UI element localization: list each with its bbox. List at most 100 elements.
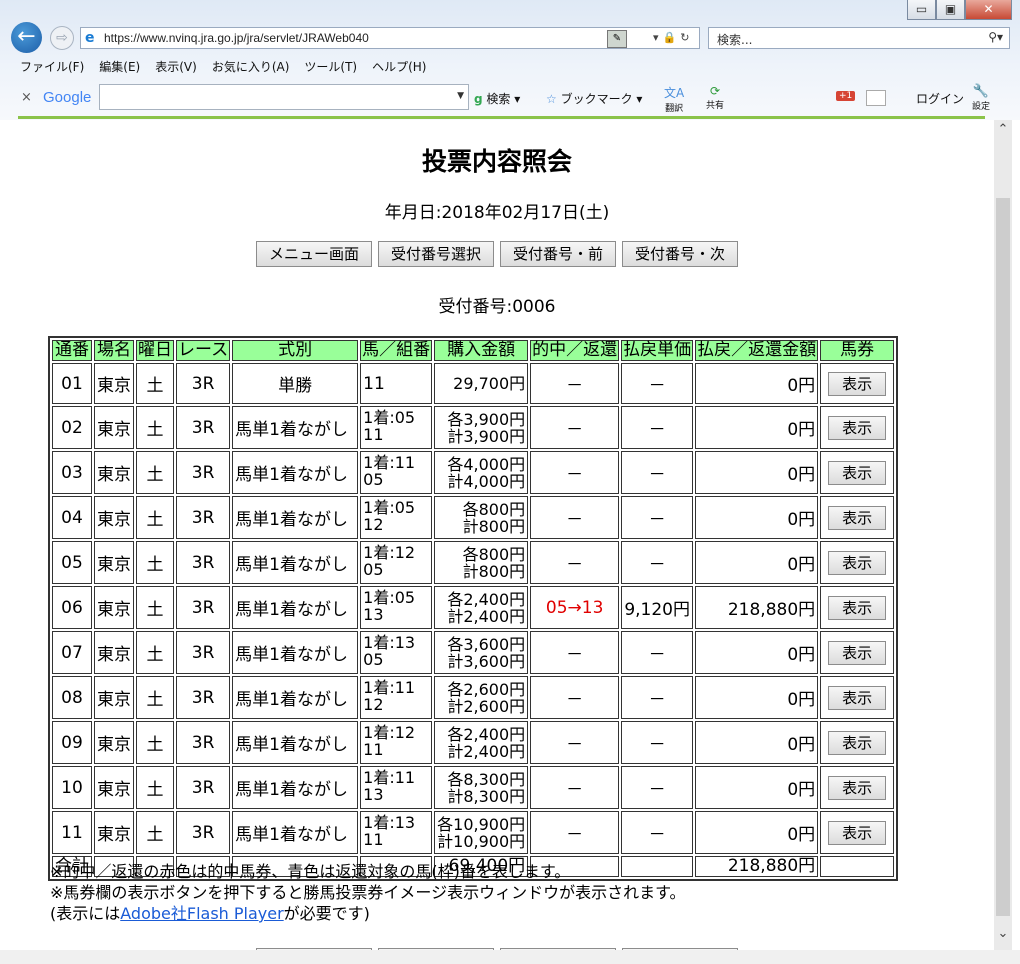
menu-help[interactable]: ヘルプ(H) bbox=[372, 58, 426, 75]
cell-unit: － bbox=[621, 541, 694, 584]
page-content: 投票内容照会 年月日:2018年02月17日(土) メニュー画面 受付番号選択 … bbox=[0, 120, 994, 950]
cell-race: 3R bbox=[176, 721, 231, 764]
show-ticket-button[interactable]: 表示 bbox=[828, 730, 887, 755]
menu-file[interactable]: ファイル(F) bbox=[20, 58, 84, 75]
search-box[interactable]: 検索... ⚲▾ bbox=[708, 27, 1010, 49]
cell-day: 土 bbox=[136, 586, 174, 629]
minimize-button[interactable]: ▭ bbox=[907, 0, 936, 20]
share-button[interactable]: ⟳ 共有 bbox=[706, 84, 724, 111]
scroll-thumb[interactable] bbox=[996, 198, 1010, 916]
show-ticket-button[interactable]: 表示 bbox=[828, 595, 887, 620]
notes: ※的中／返還の赤色は的中馬券、青色は返還対象の馬(枠)番を表します。 ※馬券欄の… bbox=[50, 861, 686, 924]
col-header-race: レース bbox=[176, 340, 231, 361]
vertical-scrollbar[interactable]: ⌃ ⌄ bbox=[994, 120, 1012, 950]
horse-line-1: 1着:12 bbox=[363, 723, 416, 742]
amount-total: 計10,900円 bbox=[437, 831, 526, 851]
search-icon[interactable]: ⚲▾ bbox=[988, 30, 1003, 44]
dropdown-icon[interactable]: ▼ bbox=[457, 91, 464, 101]
receipt-next-button[interactable]: 受付番号・次 bbox=[622, 241, 739, 267]
close-button[interactable]: ✕ bbox=[965, 0, 1012, 20]
menu-view[interactable]: 表示(V) bbox=[155, 58, 197, 75]
table-header-row: 通番 場名 曜日 レース 式別 馬／組番 購入金額 的中／返還 払戻単価 払戻／… bbox=[52, 340, 895, 361]
compatibility-view-icon[interactable]: ✎ bbox=[607, 30, 627, 48]
forward-arrow-icon[interactable]: ⇨ bbox=[50, 26, 74, 50]
cell-place: 東京 bbox=[94, 811, 134, 854]
toolbar-close-icon[interactable]: × bbox=[21, 90, 32, 105]
bookmark-button[interactable]: ☆ ブックマーク ▾ bbox=[546, 90, 642, 107]
translate-button[interactable]: 文A 翻訳 bbox=[664, 84, 684, 114]
col-header-hit: 的中／返還 bbox=[530, 340, 620, 361]
col-header-ticket: 馬券 bbox=[820, 340, 895, 361]
show-ticket-button[interactable]: 表示 bbox=[828, 505, 887, 530]
menu-edit[interactable]: 編集(E) bbox=[99, 58, 140, 75]
flash-player-link[interactable]: Adobe社Flash Player bbox=[120, 904, 283, 923]
table-row: 10 東京土 3R 馬単1着ながし 1着:11 13 各8,300円 計8,300円－－ 0円表… bbox=[52, 766, 895, 809]
cell-hit: － bbox=[530, 496, 620, 539]
show-ticket-button[interactable]: 表示 bbox=[828, 775, 887, 800]
menu-favorites[interactable]: お気に入り(A) bbox=[212, 58, 290, 75]
amount-total: 計800円 bbox=[462, 516, 526, 536]
cell-hit: 05→13 bbox=[530, 586, 620, 629]
amount-each: 各2,600円 bbox=[447, 679, 526, 699]
cell-type: 馬単1着ながし bbox=[232, 496, 359, 539]
cell-payout: 0円 bbox=[695, 363, 819, 404]
search-label: 検索 bbox=[486, 92, 511, 106]
search-input[interactable]: 検索... bbox=[717, 31, 752, 48]
gplus-button[interactable]: +1 bbox=[836, 91, 856, 101]
cell-ticket: 表示 bbox=[820, 586, 895, 629]
cell-unit: － bbox=[621, 496, 694, 539]
cell-no: 08 bbox=[52, 676, 92, 719]
cell-race: 3R bbox=[176, 496, 231, 539]
note-line-2: ※馬券欄の表示ボタンを押下すると勝馬投票券イメージ表示ウィンドウが表示されます。 bbox=[50, 883, 686, 902]
show-ticket-button[interactable]: 表示 bbox=[828, 460, 887, 485]
amount-each: 29,700円 bbox=[453, 374, 526, 393]
scroll-down-icon[interactable]: ⌄ bbox=[994, 926, 1012, 948]
amount-total: 計2,600円 bbox=[447, 696, 526, 716]
note-line-1: ※的中／返還の赤色は的中馬券、青色は返還対象の馬(枠)番を表します。 bbox=[50, 862, 571, 881]
amount-each: 各2,400円 bbox=[447, 589, 526, 609]
show-ticket-button[interactable]: 表示 bbox=[828, 415, 887, 440]
show-ticket-button[interactable]: 表示 bbox=[828, 640, 887, 665]
table-row: 08 東京土 3R 馬単1着ながし 1着:11 12 各2,600円 計2,600円－－ 0円表… bbox=[52, 676, 895, 719]
cell-type: 馬単1着ながし bbox=[232, 676, 359, 719]
horse-line-1: 1着:05 bbox=[363, 588, 416, 607]
menu-tools[interactable]: ツール(T) bbox=[304, 58, 357, 75]
address-tools-icons[interactable]: ▾🔒↻ bbox=[653, 31, 693, 44]
cell-payout: 0円 bbox=[695, 631, 819, 674]
show-ticket-button[interactable]: 表示 bbox=[828, 371, 887, 396]
cell-payout: 0円 bbox=[695, 496, 819, 539]
show-ticket-button[interactable]: 表示 bbox=[828, 820, 887, 845]
receipt-select-button[interactable]: 受付番号選択 bbox=[378, 241, 495, 267]
amount-each: 各10,900円 bbox=[437, 814, 526, 834]
back-arrow-icon[interactable]: ← bbox=[11, 22, 42, 53]
login-link[interactable]: ログイン bbox=[916, 90, 964, 107]
google-search-input[interactable]: ▼ bbox=[99, 84, 469, 110]
cell-day: 土 bbox=[136, 631, 174, 674]
cell-no: 07 bbox=[52, 631, 92, 674]
gplus-toggle[interactable] bbox=[866, 90, 886, 106]
settings-button[interactable]: 🔧 設定 bbox=[972, 84, 990, 112]
cell-day: 土 bbox=[136, 676, 174, 719]
menu-screen-button[interactable]: メニュー画面 bbox=[256, 241, 373, 267]
cell-place: 東京 bbox=[94, 451, 134, 494]
show-ticket-button[interactable]: 表示 bbox=[828, 550, 887, 575]
address-bar[interactable]: e https://www.nvinq.jra.go.jp/jra/servle… bbox=[80, 27, 700, 49]
amount-each: 各2,400円 bbox=[447, 724, 526, 744]
show-ticket-button[interactable]: 表示 bbox=[828, 685, 887, 710]
cell-type: 馬単1着ながし bbox=[232, 541, 359, 584]
restore-button[interactable]: ▣ bbox=[936, 0, 965, 20]
cell-amount: 各2,400円 計2,400円 bbox=[434, 586, 529, 629]
table-row: 02 東京土 3R 馬単1着ながし 1着:05 11 各3,900円 計3,900円－－ 0円表… bbox=[52, 406, 895, 449]
google-search-button[interactable]: g 検索 ▾ bbox=[474, 90, 520, 107]
amount-total: 計2,400円 bbox=[447, 741, 526, 761]
url-text[interactable]: https://www.nvinq.jra.go.jp/jra/servlet/… bbox=[104, 31, 369, 45]
cell-no: 09 bbox=[52, 721, 92, 764]
cell-ticket: 表示 bbox=[820, 541, 895, 584]
receipt-prev-button[interactable]: 受付番号・前 bbox=[500, 241, 617, 267]
cell-horse: 1着:05 12 bbox=[360, 496, 433, 539]
col-header-amount: 購入金額 bbox=[434, 340, 529, 361]
scroll-up-icon[interactable]: ⌃ bbox=[994, 122, 1012, 144]
cell-unit: － bbox=[621, 811, 694, 854]
horse-line-1: 1着:05 bbox=[363, 408, 416, 427]
cell-day: 土 bbox=[136, 363, 174, 404]
